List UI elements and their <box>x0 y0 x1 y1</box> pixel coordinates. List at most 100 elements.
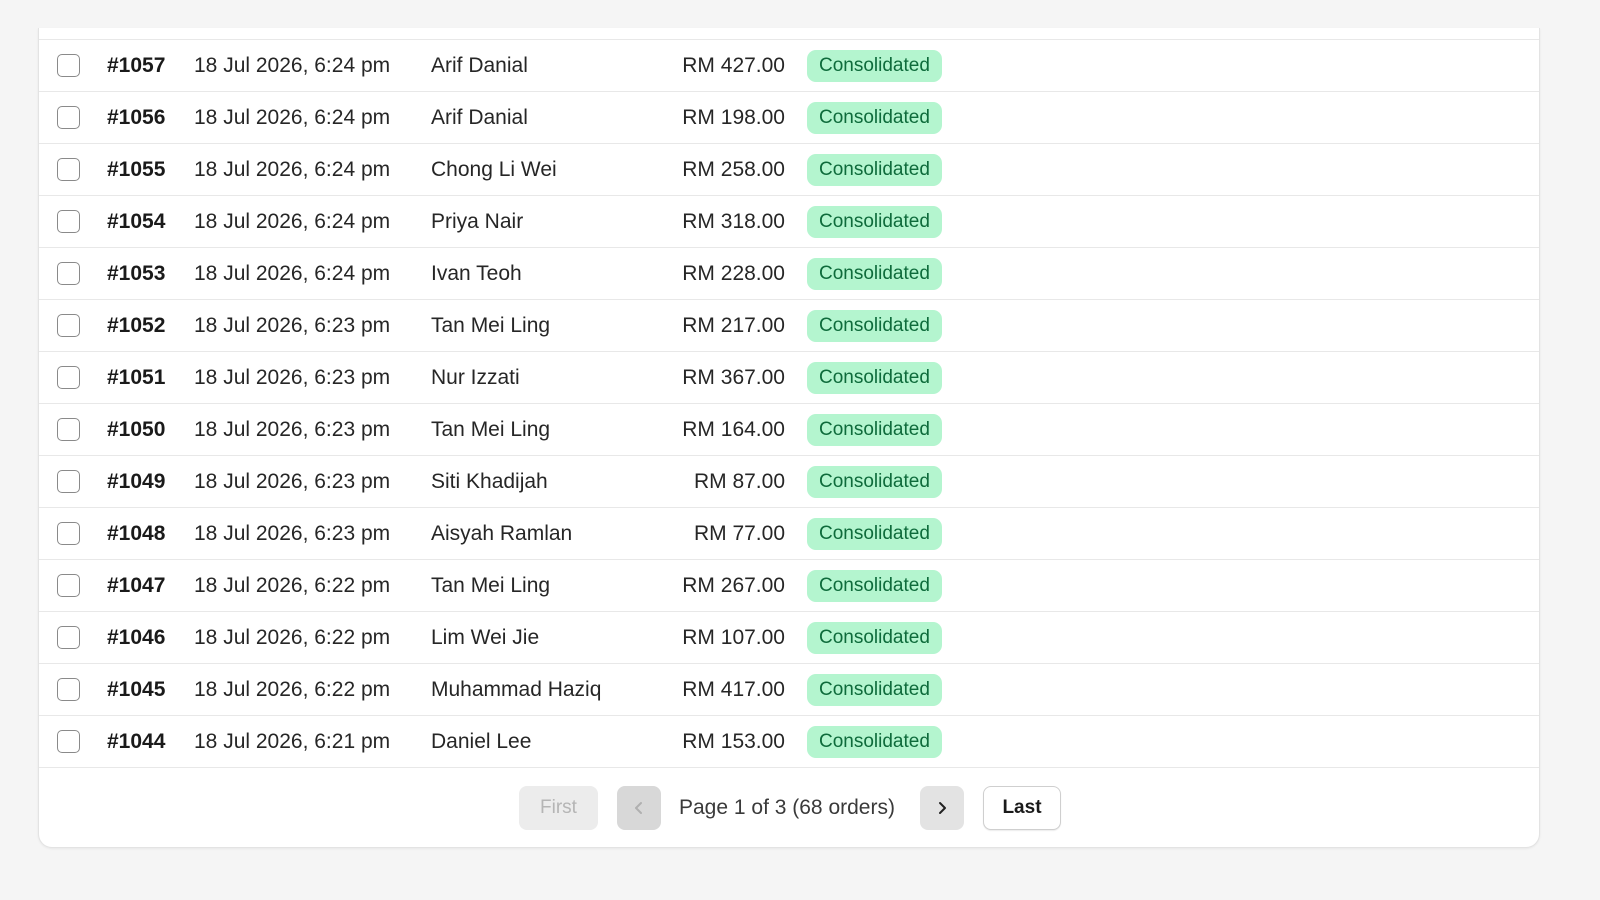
customer-name: Tan Mei Ling <box>431 313 551 337</box>
row-select-checkbox[interactable] <box>57 574 80 597</box>
previous-page-button[interactable] <box>617 786 661 830</box>
order-date: 18 Jul 2026, 6:22 pm <box>194 625 391 649</box>
row-select-checkbox[interactable] <box>57 470 80 493</box>
order-amount: RM 107.00 <box>682 625 785 649</box>
row-select-checkbox[interactable] <box>57 522 80 545</box>
chevron-right-icon <box>935 801 949 815</box>
order-amount: RM 217.00 <box>682 313 785 337</box>
page-info-text: Page 1 of 3 (68 orders) <box>679 796 895 819</box>
order-date: 18 Jul 2026, 6:23 pm <box>194 313 391 337</box>
order-amount: RM 417.00 <box>682 677 785 701</box>
order-amount: RM 367.00 <box>682 365 785 389</box>
table-row[interactable]: #1057 18 Jul 2026, 6:24 pm Arif Danial RM 4… <box>39 40 1539 92</box>
customer-name: Tan Mei Ling <box>431 573 551 597</box>
row-select-checkbox[interactable] <box>57 262 80 285</box>
customer-name: Aisyah Ramlan <box>431 521 573 545</box>
status-badge: Consolidated <box>807 414 942 446</box>
order-amount: RM 198.00 <box>682 105 785 129</box>
order-amount: RM 153.00 <box>682 729 785 753</box>
order-date: 18 Jul 2026, 6:22 pm <box>194 677 391 701</box>
status-badge: Consolidated <box>807 466 942 498</box>
order-number[interactable]: #1044 <box>107 730 165 754</box>
table-row[interactable]: #1048 18 Jul 2026, 6:23 pm Aisyah Ramlan RM… <box>39 508 1539 560</box>
customer-name: Tan Mei Ling <box>431 417 551 441</box>
order-number[interactable]: #1048 <box>107 522 165 546</box>
table-row[interactable]: #1050 18 Jul 2026, 6:23 pm Tan Mei Ling RM … <box>39 404 1539 456</box>
order-date: 18 Jul 2026, 6:24 pm <box>194 209 391 233</box>
table-row[interactable]: #1052 18 Jul 2026, 6:23 pm Tan Mei Ling RM … <box>39 300 1539 352</box>
chevron-left-icon <box>632 801 646 815</box>
status-badge: Consolidated <box>807 310 942 342</box>
customer-name: Arif Danial <box>431 105 528 129</box>
order-amount: RM 164.00 <box>682 417 785 441</box>
order-amount: RM 258.00 <box>682 157 785 181</box>
order-date: 18 Jul 2026, 6:23 pm <box>194 365 391 389</box>
table-row[interactable]: #1053 18 Jul 2026, 6:24 pm Ivan Teoh RM 228… <box>39 248 1539 300</box>
customer-name: Chong Li Wei <box>431 157 557 181</box>
table-row[interactable]: #1054 18 Jul 2026, 6:24 pm Priya Nair RM 31… <box>39 196 1539 248</box>
customer-name: Siti Khadijah <box>431 469 548 493</box>
last-page-button[interactable]: Last <box>983 786 1061 830</box>
order-date: 18 Jul 2026, 6:24 pm <box>194 261 391 285</box>
order-number[interactable]: #1052 <box>107 314 165 338</box>
status-badge: Consolidated <box>807 570 942 602</box>
order-amount: RM 228.00 <box>682 261 785 285</box>
order-amount: RM 77.00 <box>693 521 785 545</box>
customer-name: Lim Wei Jie <box>431 625 540 649</box>
row-select-checkbox[interactable] <box>57 54 80 77</box>
customer-name: Arif Danial <box>431 53 528 77</box>
table-row[interactable]: #1051 18 Jul 2026, 6:23 pm Nur Izzati RM 36… <box>39 352 1539 404</box>
row-select-checkbox[interactable] <box>57 678 80 701</box>
row-select-checkbox[interactable] <box>57 730 80 753</box>
orders-table-card: #1057 18 Jul 2026, 6:24 pm Arif Danial RM 4… <box>38 28 1540 848</box>
row-select-checkbox[interactable] <box>57 626 80 649</box>
customer-name: Ivan Teoh <box>431 261 522 285</box>
order-date: 18 Jul 2026, 6:21 pm <box>194 729 391 753</box>
customer-name: Daniel Lee <box>431 729 532 753</box>
row-select-checkbox[interactable] <box>57 106 80 129</box>
table-row[interactable]: #1049 18 Jul 2026, 6:23 pm Siti Khadijah RM… <box>39 456 1539 508</box>
status-badge: Consolidated <box>807 622 942 654</box>
order-number[interactable]: #1056 <box>107 106 165 130</box>
order-number[interactable]: #1054 <box>107 210 165 234</box>
status-badge: Consolidated <box>807 726 942 758</box>
order-date: 18 Jul 2026, 6:24 pm <box>194 157 391 181</box>
row-select-checkbox[interactable] <box>57 158 80 181</box>
orders-table-body: #1057 18 Jul 2026, 6:24 pm Arif Danial RM 4… <box>39 40 1539 768</box>
order-date: 18 Jul 2026, 6:22 pm <box>194 573 391 597</box>
next-page-button[interactable] <box>920 786 964 830</box>
order-date: 18 Jul 2026, 6:23 pm <box>194 521 391 545</box>
order-amount: RM 87.00 <box>693 469 785 493</box>
order-number[interactable]: #1047 <box>107 574 165 598</box>
row-select-checkbox[interactable] <box>57 314 80 337</box>
row-select-checkbox[interactable] <box>57 366 80 389</box>
order-date: 18 Jul 2026, 6:23 pm <box>194 469 391 493</box>
order-number[interactable]: #1055 <box>107 158 165 182</box>
customer-name: Muhammad Haziq <box>431 677 602 701</box>
table-row[interactable]: #1055 18 Jul 2026, 6:24 pm Chong Li Wei RM … <box>39 144 1539 196</box>
order-number[interactable]: #1050 <box>107 418 165 442</box>
status-badge: Consolidated <box>807 362 942 394</box>
first-page-button[interactable]: First <box>519 786 598 830</box>
customer-name: Nur Izzati <box>431 365 520 389</box>
status-badge: Consolidated <box>807 674 942 706</box>
table-row[interactable]: #1046 18 Jul 2026, 6:22 pm Lim Wei Jie RM 1… <box>39 612 1539 664</box>
row-select-checkbox[interactable] <box>57 418 80 441</box>
order-amount: RM 267.00 <box>682 573 785 597</box>
order-date: 18 Jul 2026, 6:23 pm <box>194 417 391 441</box>
table-row[interactable]: #1045 18 Jul 2026, 6:22 pm Muhammad Haziq R… <box>39 664 1539 716</box>
table-row[interactable]: #1044 18 Jul 2026, 6:21 pm Daniel Lee RM 15… <box>39 716 1539 768</box>
table-row[interactable]: #1047 18 Jul 2026, 6:22 pm Tan Mei Ling RM … <box>39 560 1539 612</box>
status-badge: Consolidated <box>807 50 942 82</box>
pagination: First Page 1 of 3 (68 orders) Last <box>39 786 1539 832</box>
order-amount: RM 427.00 <box>682 53 785 77</box>
order-number[interactable]: #1057 <box>107 54 165 78</box>
order-number[interactable]: #1053 <box>107 262 165 286</box>
order-number[interactable]: #1046 <box>107 626 165 650</box>
order-number[interactable]: #1051 <box>107 366 165 390</box>
order-number[interactable]: #1049 <box>107 470 165 494</box>
status-badge: Consolidated <box>807 518 942 550</box>
row-select-checkbox[interactable] <box>57 210 80 233</box>
order-number[interactable]: #1045 <box>107 678 165 702</box>
table-row[interactable]: #1056 18 Jul 2026, 6:24 pm Arif Danial RM 1… <box>39 92 1539 144</box>
